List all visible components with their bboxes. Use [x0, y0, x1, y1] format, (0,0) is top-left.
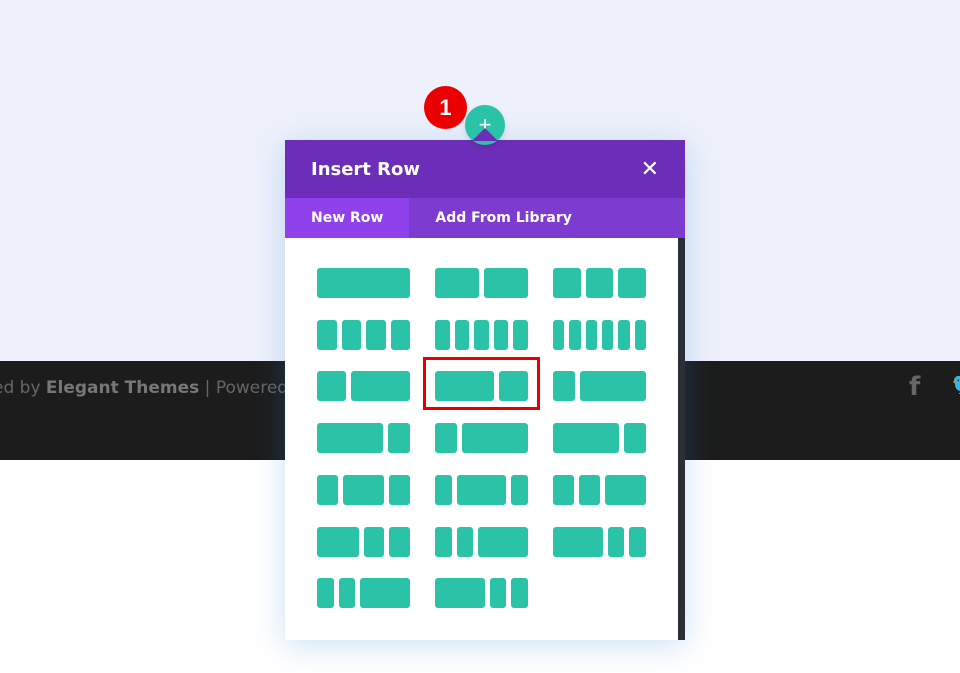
layout-column — [341, 320, 361, 350]
layout-column — [553, 423, 619, 453]
layout-column — [435, 578, 485, 608]
layout-column — [462, 423, 528, 453]
layout-column — [389, 527, 410, 557]
layout-column — [624, 423, 646, 453]
layout-column — [553, 268, 581, 298]
tab-new-row[interactable]: New Row — [285, 198, 410, 238]
layout-column — [634, 320, 646, 350]
layout-option-1-3[interactable] — [553, 371, 646, 401]
layout-column — [435, 320, 450, 350]
layout-option-1-1-1-1-1[interactable] — [435, 320, 528, 350]
layout-option-1-1[interactable] — [435, 268, 528, 298]
layout-column — [338, 578, 356, 608]
layout-column — [553, 371, 575, 401]
modal-header: Insert Row ✕ — [285, 140, 685, 198]
layout-column — [435, 268, 479, 298]
layout-column — [389, 475, 410, 505]
layout-column — [435, 527, 452, 557]
tab-add-from-library[interactable]: Add From Library — [409, 198, 598, 238]
layout-column — [607, 527, 625, 557]
layout-column — [569, 320, 581, 350]
layout-column — [454, 320, 470, 350]
layout-column — [585, 320, 597, 350]
layout-column — [317, 320, 337, 350]
layout-column — [629, 527, 646, 557]
layout-option-1[interactable] — [317, 268, 410, 298]
elegant-themes-link[interactable]: Elegant Themes — [46, 378, 199, 398]
layout-column — [604, 475, 646, 505]
layout-option-1-1-1-1-1-1[interactable] — [553, 320, 646, 350]
layout-column — [317, 268, 410, 298]
step-number-badge: 1 — [424, 86, 467, 129]
layout-column — [511, 475, 528, 505]
layout-column — [618, 320, 630, 350]
layout-option-1-1-3[interactable] — [435, 527, 528, 557]
credits-prefix: ed by — [0, 378, 41, 398]
layout-option-2-1[interactable] — [435, 371, 528, 401]
layout-option-1-1-2[interactable] — [553, 475, 646, 505]
layout-column — [360, 578, 410, 608]
layout-grid — [285, 238, 685, 640]
layout-column — [553, 320, 565, 350]
layout-column — [456, 475, 507, 505]
layout-option-3-1-1[interactable] — [435, 578, 528, 608]
layout-option-3-1[interactable] — [553, 423, 646, 453]
layout-column — [513, 320, 528, 350]
layout-column — [366, 320, 386, 350]
layout-column — [388, 423, 410, 453]
layout-option-3-1-1[interactable] — [553, 527, 646, 557]
layout-column — [511, 578, 528, 608]
layout-column — [435, 423, 457, 453]
layout-column — [553, 475, 574, 505]
layout-column — [489, 578, 507, 608]
modal-title: Insert Row — [311, 158, 421, 180]
layout-column — [435, 371, 494, 401]
layout-column — [317, 527, 359, 557]
close-icon[interactable]: ✕ — [641, 158, 659, 180]
modal-tabs: New Row Add From Library — [285, 198, 685, 238]
layout-column — [363, 527, 385, 557]
layout-column — [474, 320, 489, 350]
layout-column — [602, 320, 614, 350]
layout-column — [317, 578, 334, 608]
layout-column — [484, 268, 528, 298]
facebook-icon[interactable]: f — [909, 372, 920, 402]
scrollbar[interactable] — [678, 238, 685, 640]
layout-column — [578, 475, 600, 505]
layout-option-1-2-1[interactable] — [317, 475, 410, 505]
layout-option-3-1[interactable] — [317, 423, 410, 453]
layout-column — [317, 475, 338, 505]
layout-column — [317, 371, 347, 401]
layout-column — [493, 320, 509, 350]
layout-option-1-3-1[interactable] — [435, 475, 528, 505]
layout-column — [351, 371, 410, 401]
modal-pointer — [472, 128, 498, 141]
layout-column — [498, 371, 528, 401]
layout-column — [390, 320, 410, 350]
layout-column — [580, 371, 646, 401]
layout-column — [553, 527, 603, 557]
layout-column — [317, 423, 383, 453]
layout-column — [585, 268, 614, 298]
layout-option-2-1-1[interactable] — [317, 527, 410, 557]
layout-option-1-3[interactable] — [435, 423, 528, 453]
layout-column — [435, 475, 452, 505]
layout-option-1-1-3[interactable] — [317, 578, 410, 608]
insert-row-modal: Insert Row ✕ New Row Add From Library — [285, 140, 685, 640]
layout-option-1-2[interactable] — [317, 371, 410, 401]
layout-column — [456, 527, 474, 557]
layout-column — [478, 527, 528, 557]
layout-option-1-1-1[interactable] — [553, 268, 646, 298]
twitter-icon[interactable]: 🐦 — [951, 373, 960, 398]
layout-column — [618, 268, 646, 298]
layout-option-1-1-1-1[interactable] — [317, 320, 410, 350]
layout-column — [342, 475, 385, 505]
